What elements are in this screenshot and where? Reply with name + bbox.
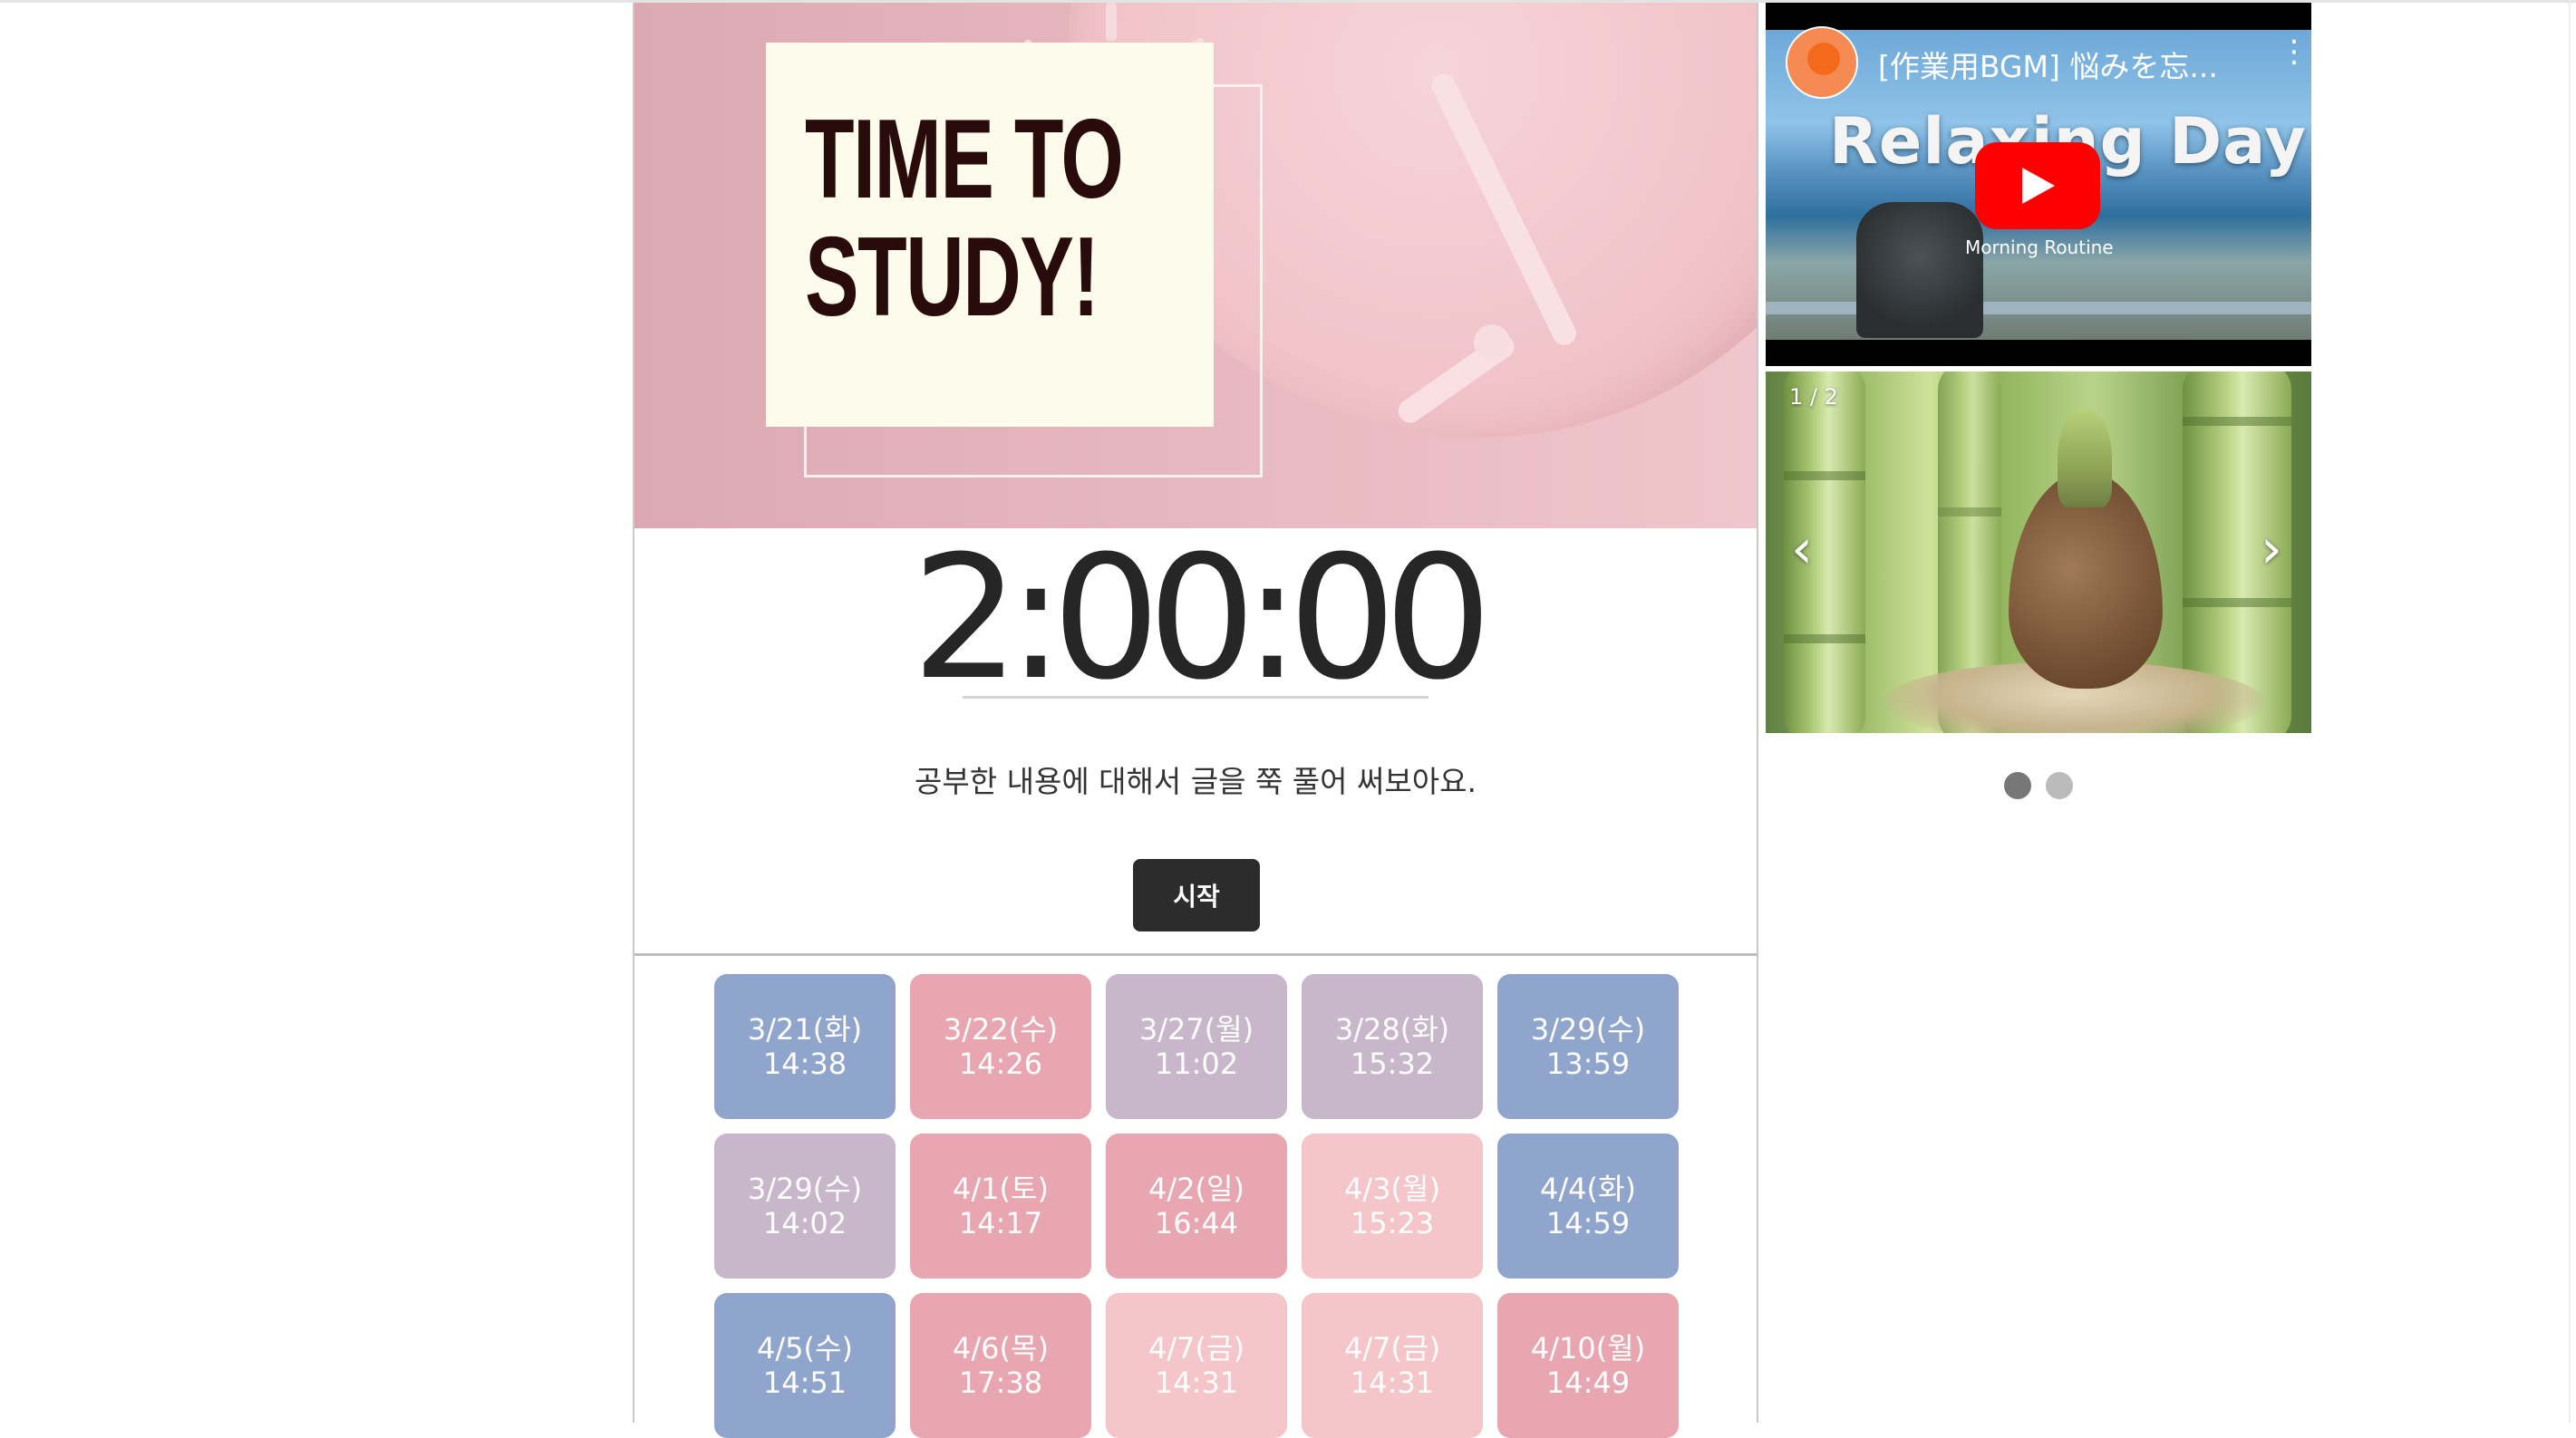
record-date: 3/29(수): [747, 1172, 863, 1206]
video-thumbnail-chair: [1856, 202, 1983, 338]
carousel-dot-2[interactable]: [2046, 772, 2073, 799]
study-record-tile[interactable]: 4/7(금) 14:31: [1302, 1293, 1483, 1438]
note-card: TIME TO STUDY!: [766, 43, 1214, 427]
record-time: 14:02: [762, 1206, 847, 1240]
study-record-tile[interactable]: 4/5(수) 14:51: [714, 1293, 896, 1438]
start-button[interactable]: 시작: [1133, 859, 1260, 931]
carousel-dot-1[interactable]: [2004, 772, 2031, 799]
record-date: 4/7(금): [1344, 1331, 1440, 1366]
clock-tick: [1106, 3, 1117, 41]
record-date: 4/6(목): [953, 1331, 1049, 1366]
video-embed[interactable]: Relaxing Day Morning Routine [作業用BGM] 悩み…: [1766, 3, 2311, 366]
banner-title: TIME TO STUDY!: [805, 101, 1124, 336]
study-record-tile[interactable]: 4/10(월) 14:49: [1497, 1293, 1679, 1438]
record-time: 13:59: [1545, 1047, 1631, 1081]
play-triangle-icon: [2022, 168, 2055, 204]
timer-underline: [963, 696, 1428, 699]
record-time: 14:51: [762, 1366, 847, 1400]
record-time: 17:38: [958, 1366, 1043, 1400]
record-time: 14:38: [762, 1047, 847, 1081]
channel-avatar[interactable]: [1786, 26, 1858, 99]
study-record-tile[interactable]: 3/22(수) 14:26: [910, 974, 1091, 1119]
study-timer-panel: TIME TO STUDY! 2:00:00 공부한 내용에 대해서 글을 쭉 …: [633, 3, 1758, 1438]
more-options-icon[interactable]: ⋮: [2279, 36, 2310, 67]
record-date: 4/7(금): [1148, 1331, 1244, 1366]
record-date: 3/22(수): [943, 1012, 1059, 1047]
study-record-tile[interactable]: 3/29(수) 13:59: [1497, 974, 1679, 1119]
record-time: 14:49: [1545, 1366, 1631, 1400]
record-time: 14:31: [1350, 1366, 1435, 1400]
record-date: 4/2(일): [1148, 1172, 1244, 1206]
record-date: 3/27(월): [1138, 1012, 1254, 1047]
record-date: 4/5(수): [757, 1331, 853, 1366]
carousel-prev-arrow[interactable]: ‹: [1791, 522, 1813, 576]
video-thumbnail-railing: [1766, 302, 2311, 314]
video-title[interactable]: [作業用BGM] 悩みを忘...: [1878, 43, 2259, 86]
video-overlay-subtitle: Morning Routine: [1965, 236, 2114, 258]
orange-icon: [1807, 43, 1840, 75]
study-record-tile[interactable]: 4/4(화) 14:59: [1497, 1134, 1679, 1279]
study-prompt: 공부한 내용에 대해서 글을 쭉 풀어 써보아요.: [915, 764, 1477, 799]
record-time: 14:59: [1545, 1206, 1631, 1240]
record-time: 16:44: [1154, 1206, 1239, 1240]
scrollbar-track[interactable]: [2569, 0, 2571, 1423]
study-record-tile[interactable]: 4/6(목) 17:38: [910, 1293, 1091, 1438]
record-date: 3/29(수): [1530, 1012, 1646, 1047]
study-record-tile[interactable]: 3/21(화) 14:38: [714, 974, 896, 1119]
record-date: 3/28(화): [1334, 1012, 1450, 1047]
record-time: 15:32: [1350, 1047, 1435, 1081]
carousel-image-shoot-tip: [2058, 408, 2112, 507]
record-date: 4/4(화): [1540, 1172, 1636, 1206]
record-date: 4/3(월): [1344, 1172, 1440, 1206]
record-date: 3/21(화): [747, 1012, 863, 1047]
study-record-tile[interactable]: 4/1(토) 14:17: [910, 1134, 1091, 1279]
carousel-next-arrow[interactable]: ›: [2261, 522, 2282, 576]
clock-hub: [1474, 324, 1510, 361]
youtube-play-icon[interactable]: [1975, 142, 2100, 229]
record-time: 15:23: [1350, 1206, 1435, 1240]
record-time: 14:17: [958, 1206, 1043, 1240]
banner-title-line2: STUDY!: [805, 215, 1099, 340]
countdown-timer: 2:00:00: [911, 519, 1493, 718]
record-date: 4/1(토): [953, 1172, 1049, 1206]
banner-title-line1: TIME TO: [805, 97, 1124, 222]
record-time: 14:31: [1154, 1366, 1239, 1400]
study-record-tile[interactable]: 3/29(수) 14:02: [714, 1134, 896, 1279]
image-carousel: 1 / 2 ‹ ›: [1766, 372, 2311, 733]
study-record-tile[interactable]: 3/27(월) 11:02: [1106, 974, 1287, 1119]
record-time: 14:26: [958, 1047, 1043, 1081]
record-time: 11:02: [1154, 1047, 1239, 1081]
carousel-counter: 1 / 2: [1789, 384, 1838, 410]
record-date: 4/10(월): [1530, 1331, 1646, 1366]
study-record-tile[interactable]: 3/28(화) 15:32: [1302, 974, 1483, 1119]
study-banner-image: TIME TO STUDY!: [634, 3, 1757, 528]
section-divider: [634, 953, 1757, 956]
study-record-tile[interactable]: 4/3(월) 15:23: [1302, 1134, 1483, 1279]
study-record-tile[interactable]: 4/2(일) 16:44: [1106, 1134, 1287, 1279]
study-record-tile[interactable]: 4/7(금) 14:31: [1106, 1293, 1287, 1438]
